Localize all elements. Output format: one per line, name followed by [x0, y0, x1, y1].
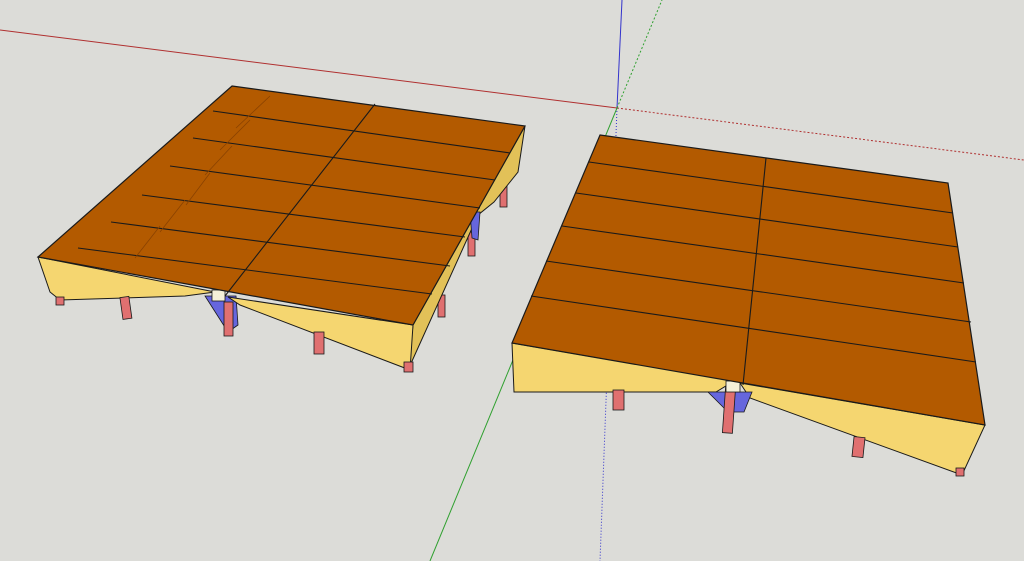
- leg: [223, 301, 234, 337]
- leg: [55, 296, 65, 306]
- center-post: [211, 289, 226, 302]
- blue-axis: [616, 0, 623, 109]
- leg: [119, 295, 133, 320]
- scene-canvas[interactable]: [0, 0, 1024, 561]
- leg: [313, 331, 325, 355]
- right-deck-platform[interactable]: [511, 134, 986, 477]
- modeling-viewport[interactable]: [0, 0, 1024, 561]
- left-deck-platform[interactable]: [36, 85, 526, 373]
- leg: [612, 389, 625, 411]
- leg: [851, 436, 866, 459]
- leg: [955, 467, 965, 477]
- leg: [403, 361, 414, 373]
- green-axis-dashed: [616, 0, 663, 109]
